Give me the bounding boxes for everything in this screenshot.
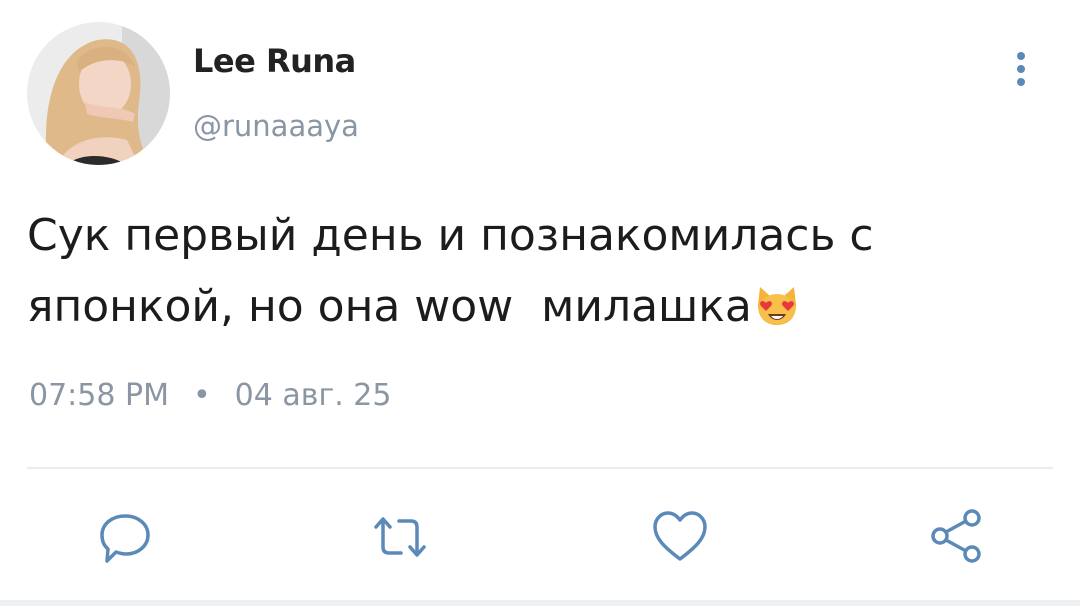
smiling-cat-heart-eyes-emoji [754, 277, 800, 348]
avatar[interactable] [27, 22, 170, 165]
retweet-button[interactable] [370, 507, 430, 567]
tweet-meta: 07:58 PM • 04 авг. 25 [29, 378, 391, 413]
bottom-border [0, 600, 1080, 606]
reply-button[interactable] [95, 507, 155, 567]
share-button[interactable] [928, 507, 988, 567]
meta-separator: • [192, 378, 211, 413]
reply-icon [100, 514, 150, 563]
like-icon [653, 511, 707, 561]
vertical-dots-icon [1017, 52, 1025, 86]
tweet-date: 04 авг. 25 [234, 378, 392, 413]
divider [27, 467, 1053, 469]
tweet-card: Lee Runa @runaaaya Сук первый день и поз… [0, 0, 1080, 606]
share-icon [931, 509, 981, 563]
tweet-text-line-content: японкой, но она wow милашка [27, 281, 752, 332]
more-options-button[interactable] [1003, 48, 1039, 90]
tweet-text-line: японкой, но она wow милашка [27, 271, 1037, 348]
tweet-text-line: Сук первый день и познакомилась с [27, 210, 874, 261]
user-handle[interactable]: @runaaaya [193, 109, 359, 143]
retweet-icon [374, 517, 426, 557]
tweet-text: Сук первый день и познакомилась с японко… [27, 200, 1037, 348]
display-name[interactable]: Lee Runa [193, 42, 356, 80]
like-button[interactable] [650, 507, 710, 567]
tweet-time: 07:58 PM [29, 378, 169, 413]
